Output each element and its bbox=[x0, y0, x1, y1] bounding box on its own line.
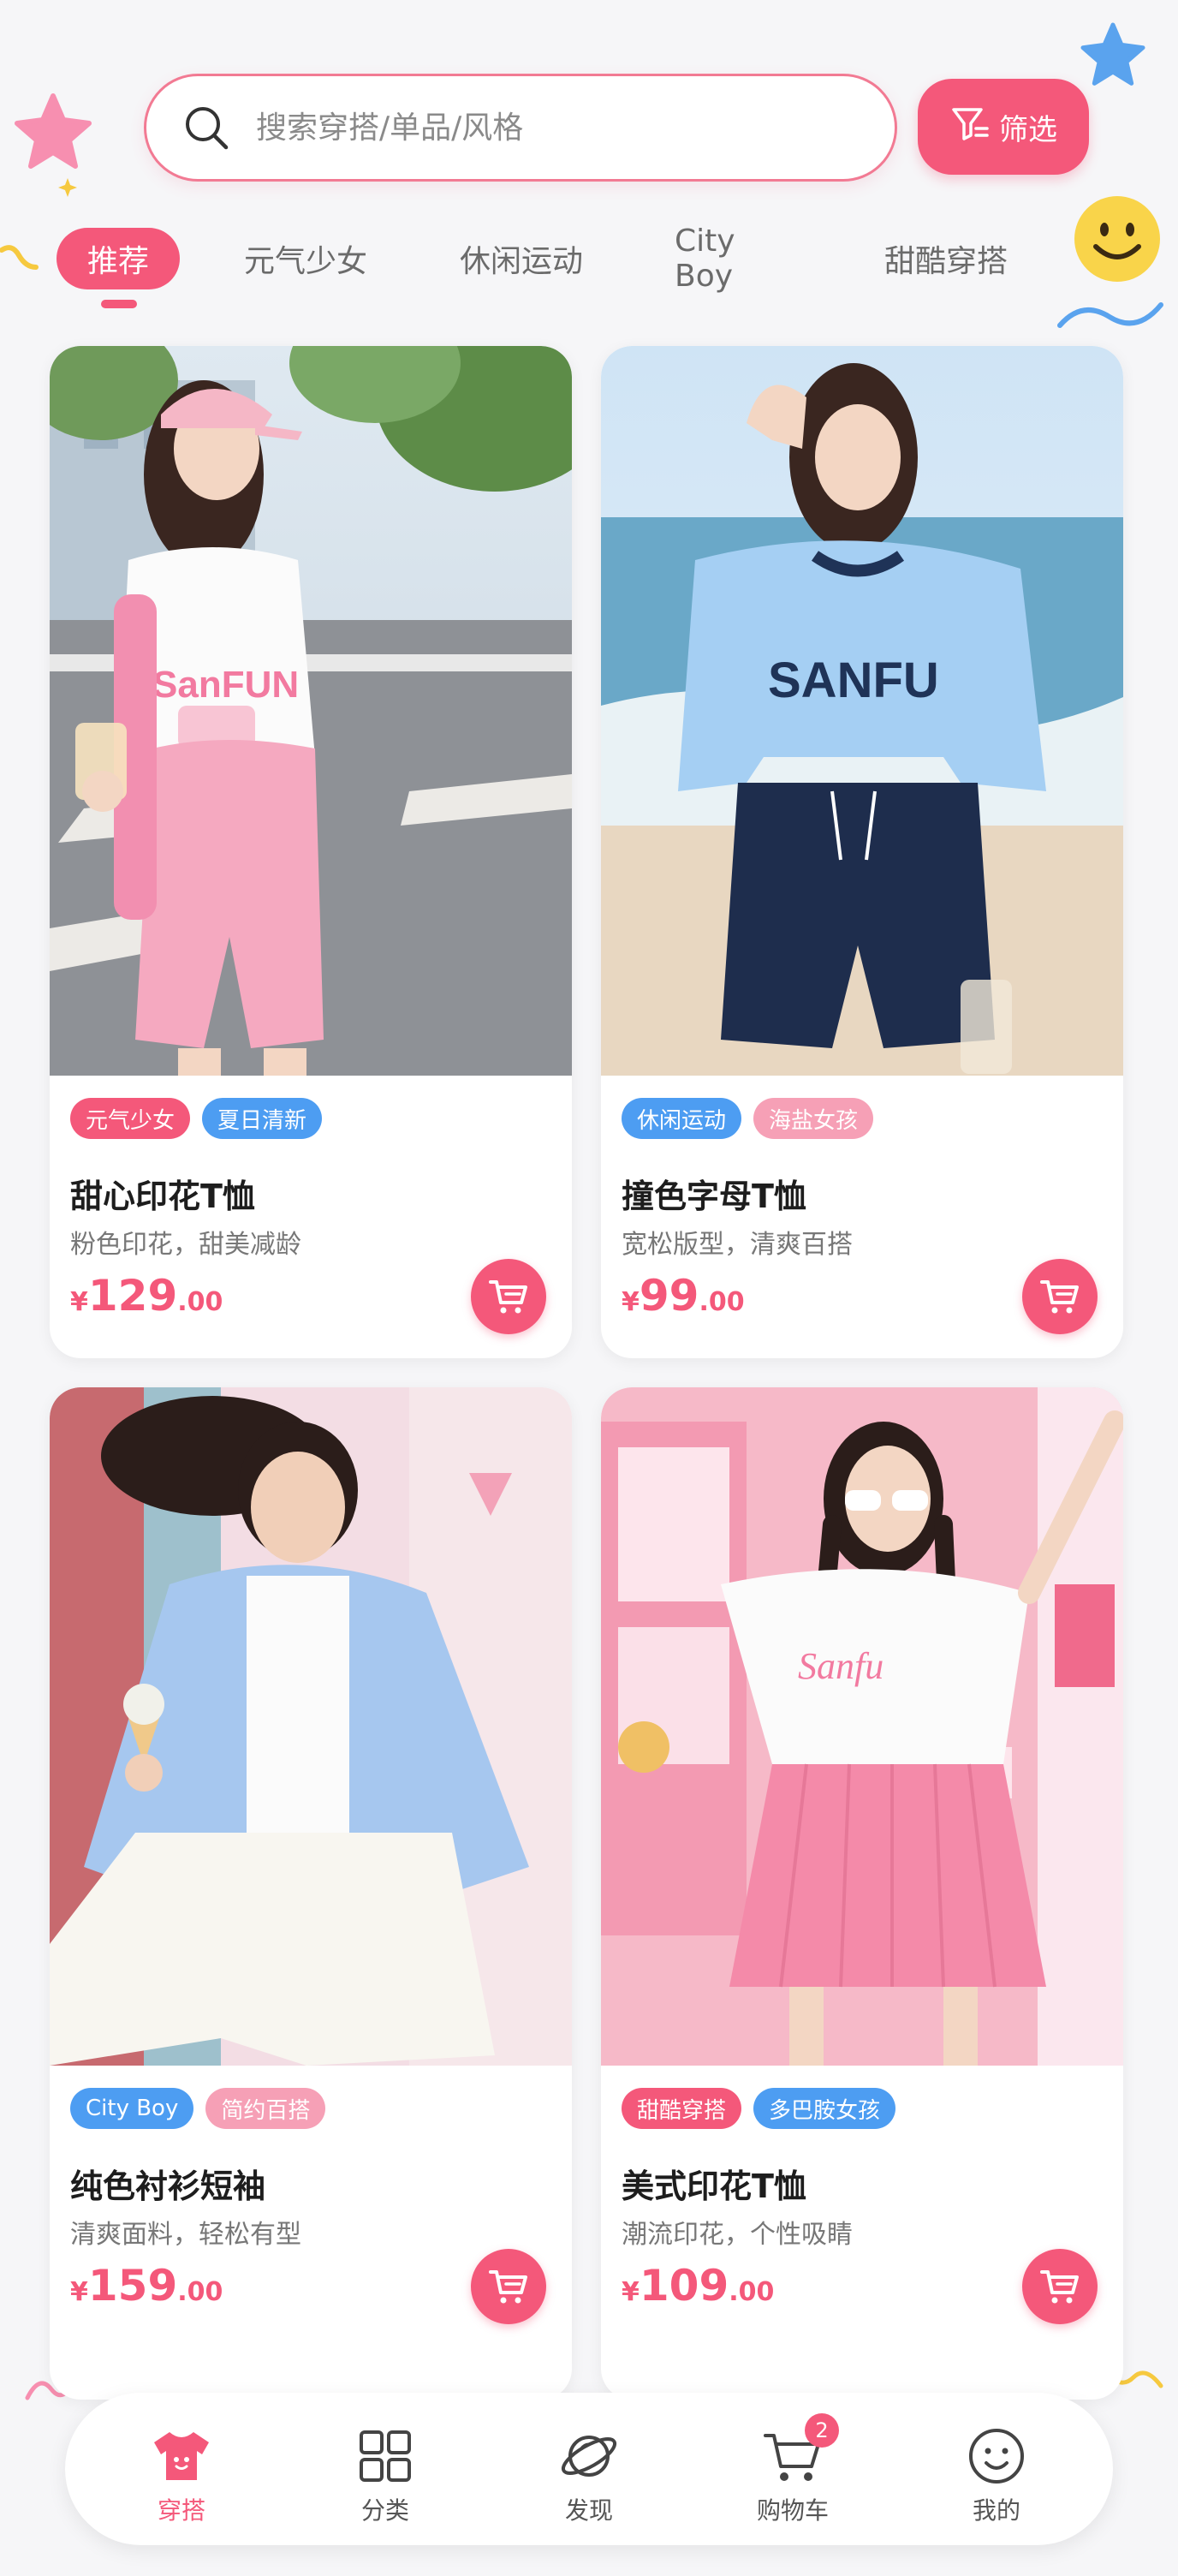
cart-icon bbox=[489, 1280, 527, 1314]
tag-list: City Boy 简约百搭 bbox=[70, 2088, 326, 2129]
product-title: 撞色字母T恤 bbox=[622, 1178, 806, 1215]
filter-button[interactable]: 筛选 bbox=[918, 79, 1089, 175]
tab-city-boy[interactable]: City Boy bbox=[675, 224, 801, 294]
product-title: 美式印花T恤 bbox=[622, 2168, 806, 2205]
nav-item-cart[interactable]: 2 购物车 bbox=[724, 2413, 861, 2528]
cart-icon bbox=[489, 2270, 527, 2304]
cart-icon bbox=[1040, 1280, 1079, 1314]
product-subtitle: 粉色印花，甜美减龄 bbox=[70, 1230, 301, 1260]
product-photo: SanFUN bbox=[50, 346, 572, 1076]
nav-item-discover[interactable]: 发现 bbox=[521, 2425, 657, 2528]
product-price: ¥109.00 bbox=[622, 2261, 775, 2311]
product-subtitle: 潮流印花，个性吸睛 bbox=[622, 2220, 853, 2250]
nav-label: 分类 bbox=[360, 2496, 409, 2525]
shirt-print: Sanfu bbox=[798, 1645, 884, 1687]
product-card[interactable]: SanFUN 元气少女 夏日清新 甜心印花T恤 粉色印花，甜美减龄 ¥129.0… bbox=[50, 346, 572, 1358]
filter-label: 筛选 bbox=[999, 112, 1057, 147]
tshirt-icon bbox=[151, 2425, 212, 2487]
smiley-icon bbox=[966, 2425, 1027, 2487]
smiley-sticker-decoration bbox=[1074, 196, 1160, 282]
add-to-cart-button[interactable] bbox=[471, 1259, 546, 1334]
product-title: 甜心印花T恤 bbox=[70, 1178, 255, 1215]
sparkle-decoration bbox=[58, 178, 77, 197]
tab-sweet-cool[interactable]: 甜酷穿搭 bbox=[880, 228, 1012, 289]
product-photo bbox=[50, 1387, 572, 2066]
search-icon bbox=[182, 104, 230, 152]
bottom-navigation: 穿搭 分类 发现 2 购物车 我的 bbox=[65, 2393, 1113, 2545]
shirt-print: SANFU bbox=[768, 653, 939, 708]
product-card[interactable]: SANFU 休闲运动 海盐女孩 撞色字母T恤 宽松版型，清爽百搭 ¥99.00 bbox=[601, 346, 1123, 1358]
blue-star-decoration bbox=[1080, 22, 1145, 86]
nav-label: 穿搭 bbox=[157, 2496, 205, 2525]
tag-list: 元气少女 夏日清新 bbox=[70, 1098, 323, 1139]
tag[interactable]: 简约百搭 bbox=[205, 2088, 326, 2129]
planet-icon bbox=[558, 2425, 620, 2487]
add-to-cart-button[interactable] bbox=[1022, 2249, 1098, 2324]
cart-count-badge: 2 bbox=[805, 2413, 839, 2448]
tab-recommend[interactable]: 推荐 bbox=[57, 228, 180, 289]
product-card[interactable]: Sanfu 甜酷穿搭 多巴胺女孩 美式印花T恤 潮流印花，个性吸睛 ¥109.0… bbox=[601, 1387, 1123, 2400]
product-price: ¥129.00 bbox=[70, 1271, 223, 1321]
yellow-squiggle-decoration bbox=[0, 245, 39, 270]
blue-wave-decoration bbox=[1057, 302, 1163, 328]
tag[interactable]: 多巴胺女孩 bbox=[753, 2088, 896, 2129]
tag[interactable]: 海盐女孩 bbox=[753, 1098, 874, 1139]
product-card[interactable]: City Boy 简约百搭 纯色衬衫短袖 清爽面料，轻松有型 ¥159.00 bbox=[50, 1387, 572, 2400]
cart-icon bbox=[1040, 2270, 1079, 2304]
product-price: ¥159.00 bbox=[70, 2261, 223, 2311]
pink-star-decoration bbox=[15, 93, 92, 169]
nav-item-category[interactable]: 分类 bbox=[317, 2425, 454, 2528]
product-subtitle: 宽松版型，清爽百搭 bbox=[622, 1230, 853, 1260]
add-to-cart-button[interactable] bbox=[1022, 1259, 1098, 1334]
nav-label: 我的 bbox=[972, 2496, 1020, 2525]
active-tab-indicator bbox=[101, 300, 137, 308]
tag[interactable]: 休闲运动 bbox=[622, 1098, 742, 1139]
tab-casual-sport[interactable]: 休闲运动 bbox=[457, 228, 586, 289]
tag[interactable]: 夏日清新 bbox=[202, 1098, 323, 1139]
product-subtitle: 清爽面料，轻松有型 bbox=[70, 2220, 301, 2250]
tag[interactable]: City Boy bbox=[70, 2088, 194, 2129]
tag[interactable]: 元气少女 bbox=[70, 1098, 191, 1139]
product-photo: Sanfu bbox=[601, 1387, 1123, 2066]
nav-label: 发现 bbox=[564, 2496, 613, 2525]
tag-list: 甜酷穿搭 多巴胺女孩 bbox=[622, 2088, 896, 2129]
product-photo: SANFU bbox=[601, 346, 1123, 1076]
shirt-print: SanFUN bbox=[152, 664, 299, 706]
grid-icon bbox=[354, 2425, 416, 2487]
tag[interactable]: 甜酷穿搭 bbox=[622, 2088, 742, 2129]
search-input[interactable] bbox=[256, 110, 855, 146]
product-title: 纯色衬衫短袖 bbox=[70, 2168, 266, 2205]
category-tabs: 推荐 元气少女 休闲运动 City Boy 甜酷穿搭 bbox=[57, 224, 1032, 294]
search-bar[interactable] bbox=[144, 74, 897, 182]
nav-label: 购物车 bbox=[756, 2496, 829, 2525]
add-to-cart-button[interactable] bbox=[471, 2249, 546, 2324]
tab-genki-girl[interactable]: 元气少女 bbox=[241, 228, 370, 289]
product-price: ¥99.00 bbox=[622, 1271, 745, 1321]
filter-icon bbox=[949, 103, 991, 152]
nav-item-outfits[interactable]: 穿搭 bbox=[113, 2425, 250, 2528]
tag-list: 休闲运动 海盐女孩 bbox=[622, 1098, 874, 1139]
nav-item-profile[interactable]: 我的 bbox=[928, 2425, 1065, 2528]
